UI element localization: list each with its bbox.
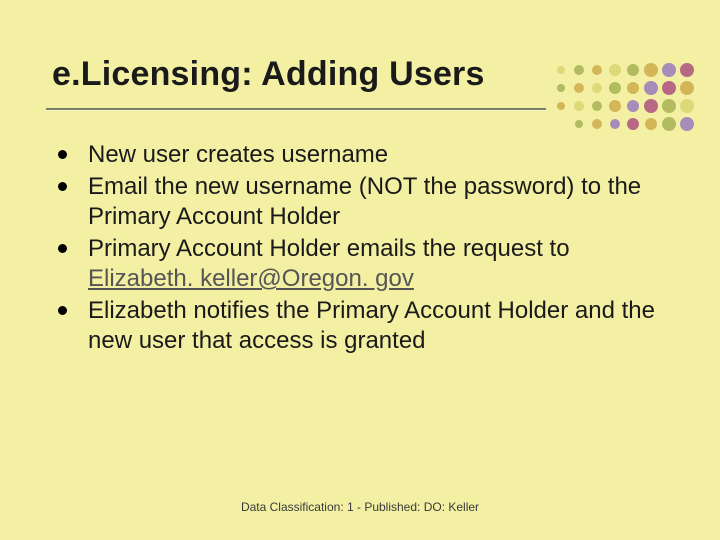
contact-email-link[interactable]: Elizabeth. keller@Oregon. gov bbox=[88, 265, 414, 292]
bullet-text: Primary Account Holder emails the reques… bbox=[88, 235, 570, 262]
slide-footer: Data Classification: 1 - Published: DO: … bbox=[0, 500, 720, 514]
bullet-text: New user creates username bbox=[88, 141, 388, 168]
title-underline bbox=[46, 108, 546, 110]
bullet-item: Primary Account Holder emails the reques… bbox=[52, 234, 660, 294]
slide: e.Licensing: Adding Users New user creat… bbox=[0, 0, 720, 540]
bullet-item: Email the new username (NOT the password… bbox=[52, 172, 660, 232]
slide-body: New user creates username Email the new … bbox=[52, 140, 660, 358]
slide-title: e.Licensing: Adding Users bbox=[52, 56, 580, 93]
bullet-text: Elizabeth notifies the Primary Account H… bbox=[88, 297, 655, 354]
bullet-item: Elizabeth notifies the Primary Account H… bbox=[52, 296, 660, 356]
bullet-text: Email the new username (NOT the password… bbox=[88, 173, 641, 230]
bullet-item: New user creates username bbox=[52, 140, 660, 170]
